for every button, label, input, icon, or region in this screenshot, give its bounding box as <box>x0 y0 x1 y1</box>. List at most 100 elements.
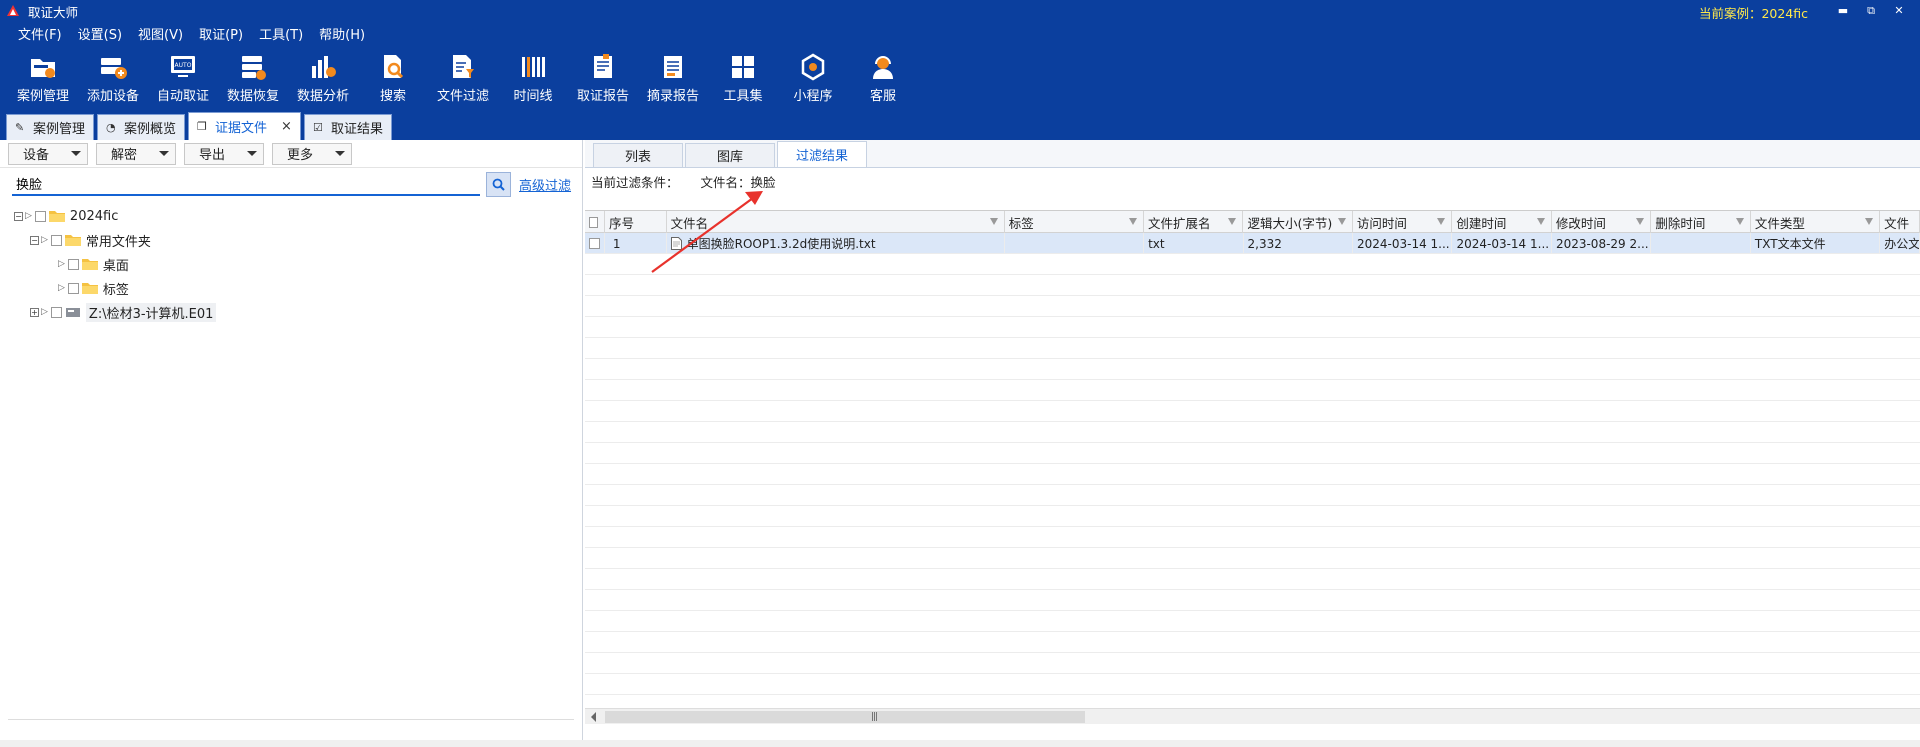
toolbar-support[interactable]: 客服 <box>848 50 918 110</box>
toolbar-excerpt-report[interactable]: 摘录报告 <box>638 50 708 110</box>
column-label: 创建时间 <box>1456 215 1507 231</box>
search-button[interactable] <box>486 171 511 197</box>
close-window-button[interactable]: ✕ <box>1890 2 1908 20</box>
menu-settings[interactable]: 设置(S) <box>70 22 130 50</box>
filter-icon[interactable] <box>989 218 998 226</box>
filter-icon[interactable] <box>1228 218 1237 226</box>
search-input[interactable] <box>12 172 480 196</box>
column-header-filename[interactable]: 文件名 <box>667 211 1005 233</box>
column-header-create-time[interactable]: 创建时间 <box>1452 211 1552 233</box>
toolbar-toolset[interactable]: 工具集 <box>708 50 778 110</box>
tab-filter-results[interactable]: 过滤结果 <box>777 141 867 167</box>
cell-create-time: 2024-03-14 1... <box>1452 233 1552 254</box>
menu-file[interactable]: 文件(F) <box>10 22 70 50</box>
menu-tools[interactable]: 工具(T) <box>251 22 311 50</box>
tree-checkbox[interactable] <box>67 258 79 270</box>
empty-row <box>585 422 1920 443</box>
horizontal-scrollbar[interactable]: ||| <box>585 708 1920 724</box>
empty-row <box>585 548 1920 569</box>
tree-node-common-folders[interactable]: − ▷ 常用文件夹 <box>8 228 574 252</box>
more-dropdown[interactable]: 更多 <box>272 142 352 165</box>
main-toolbar: 案例管理 添加设备 AUTO 自动取证 数据恢复 数据分析 搜索 文件过滤 时间… <box>0 50 1920 110</box>
expand-icon[interactable]: + <box>30 307 39 317</box>
column-header-index[interactable]: 序号 <box>605 211 667 233</box>
column-label: 文件 <box>1884 215 1910 231</box>
menu-view[interactable]: 视图(V) <box>130 22 191 50</box>
checkbox[interactable] <box>589 216 598 228</box>
edit-icon: ✎ <box>15 121 25 134</box>
toolbar-search[interactable]: 搜索 <box>358 50 428 110</box>
toolbar-auto-forensics[interactable]: AUTO 自动取证 <box>148 50 218 110</box>
menu-help[interactable]: 帮助(H) <box>311 22 373 50</box>
search-icon <box>492 178 505 191</box>
chevron-down-icon <box>159 151 169 156</box>
toolbar-case-management[interactable]: 案例管理 <box>8 50 78 110</box>
toolbar-forensic-report[interactable]: 取证报告 <box>568 50 638 110</box>
tab-evidence-files[interactable]: ❐ 证据文件 × <box>188 112 301 140</box>
column-label: 访问时间 <box>1356 215 1407 231</box>
scroll-left-icon[interactable] <box>591 712 596 722</box>
close-tab-icon[interactable]: × <box>281 119 292 134</box>
column-label: 文件类型 <box>1754 215 1805 231</box>
column-header-modify-time[interactable]: 修改时间 <box>1552 211 1652 233</box>
toolbar-label: 案例管理 <box>16 89 69 104</box>
toolbar-data-recovery[interactable]: 数据恢复 <box>218 50 288 110</box>
advanced-filter-link[interactable]: 高级过滤 <box>519 175 571 194</box>
column-label: 文件扩展名 <box>1148 215 1211 231</box>
collapse-icon[interactable]: − <box>14 211 23 221</box>
filter-icon[interactable] <box>1865 218 1874 226</box>
column-header-delete-time[interactable]: 删除时间 <box>1651 211 1751 233</box>
column-header-tag[interactable]: 标签 <box>1005 211 1144 233</box>
filter-icon[interactable] <box>1735 218 1744 226</box>
tab-case-management[interactable]: ✎ 案例管理 <box>6 114 95 140</box>
tab-list[interactable]: 列表 <box>593 143 683 167</box>
column-label: 逻辑大小(字节) <box>1247 215 1333 231</box>
toolbar-data-analysis[interactable]: 数据分析 <box>288 50 358 110</box>
column-header-access-time[interactable]: 访问时间 <box>1353 211 1453 233</box>
tree-node-root[interactable]: − ▷ 2024fic <box>8 204 574 228</box>
checkbox[interactable] <box>589 238 600 249</box>
column-header-file[interactable]: 文件 <box>1880 211 1920 233</box>
row-checkbox-cell[interactable] <box>585 233 605 254</box>
tree-node-tags[interactable]: ▷ 标签 <box>8 276 574 300</box>
table-row[interactable]: 1 单图换脸ROOP1.3.2d使用说明.txt txt 2,332 2024-… <box>585 233 1920 254</box>
toolbar-file-filter[interactable]: 文件过滤 <box>428 50 498 110</box>
minimize-button[interactable]: ▬ <box>1834 2 1852 20</box>
collapse-icon[interactable]: − <box>30 235 39 245</box>
cell-modify-time: 2023-08-29 2... <box>1552 233 1652 254</box>
column-header-file-type[interactable]: 文件类型 <box>1751 211 1881 233</box>
tab-case-overview[interactable]: ◔ 案例概览 <box>97 114 186 140</box>
dropdown-label: 更多 <box>287 148 314 163</box>
left-toolbar: 设备 解密 导出 更多 <box>0 140 582 168</box>
tree-node-disk-image[interactable]: + ▷ Z:\检材3-计算机.E01 <box>8 300 574 324</box>
tree-node-desktop[interactable]: ▷ 桌面 <box>8 252 574 276</box>
filter-icon[interactable] <box>1129 218 1137 226</box>
export-dropdown[interactable]: 导出 <box>184 142 264 165</box>
tab-forensic-results[interactable]: ☑ 取证结果 <box>303 114 392 140</box>
scrollbar-thumb[interactable] <box>605 711 1085 723</box>
tree-checkbox[interactable] <box>67 282 79 294</box>
empty-row <box>585 485 1920 506</box>
timeline-icon <box>522 57 545 77</box>
tab-gallery[interactable]: 图库 <box>685 143 775 167</box>
filter-icon[interactable] <box>1536 218 1545 226</box>
restore-button[interactable]: ⧉ <box>1862 2 1880 20</box>
toolbar-mini-program[interactable]: 小程序 <box>778 50 848 110</box>
filter-icon[interactable] <box>1636 218 1645 226</box>
toolbar-timeline[interactable]: 时间线 <box>498 50 568 110</box>
tab-label: 案例管理 <box>33 122 86 137</box>
tree-checkbox[interactable] <box>50 234 62 246</box>
tree-checkbox[interactable] <box>50 306 62 318</box>
filter-icon[interactable] <box>1437 218 1446 226</box>
column-header-extension[interactable]: 文件扩展名 <box>1144 211 1244 233</box>
filter-icon[interactable] <box>1337 218 1346 226</box>
column-header-size[interactable]: 逻辑大小(字节) <box>1243 211 1353 233</box>
device-dropdown[interactable]: 设备 <box>8 142 88 165</box>
menu-forensics[interactable]: 取证(P) <box>191 22 251 50</box>
chevron-down-icon <box>71 151 81 156</box>
select-all-checkbox[interactable] <box>585 211 605 233</box>
toolbar-add-device[interactable]: 添加设备 <box>78 50 148 110</box>
tree-checkbox[interactable] <box>34 210 46 222</box>
decrypt-dropdown[interactable]: 解密 <box>96 142 176 165</box>
search-doc-icon <box>384 55 404 79</box>
